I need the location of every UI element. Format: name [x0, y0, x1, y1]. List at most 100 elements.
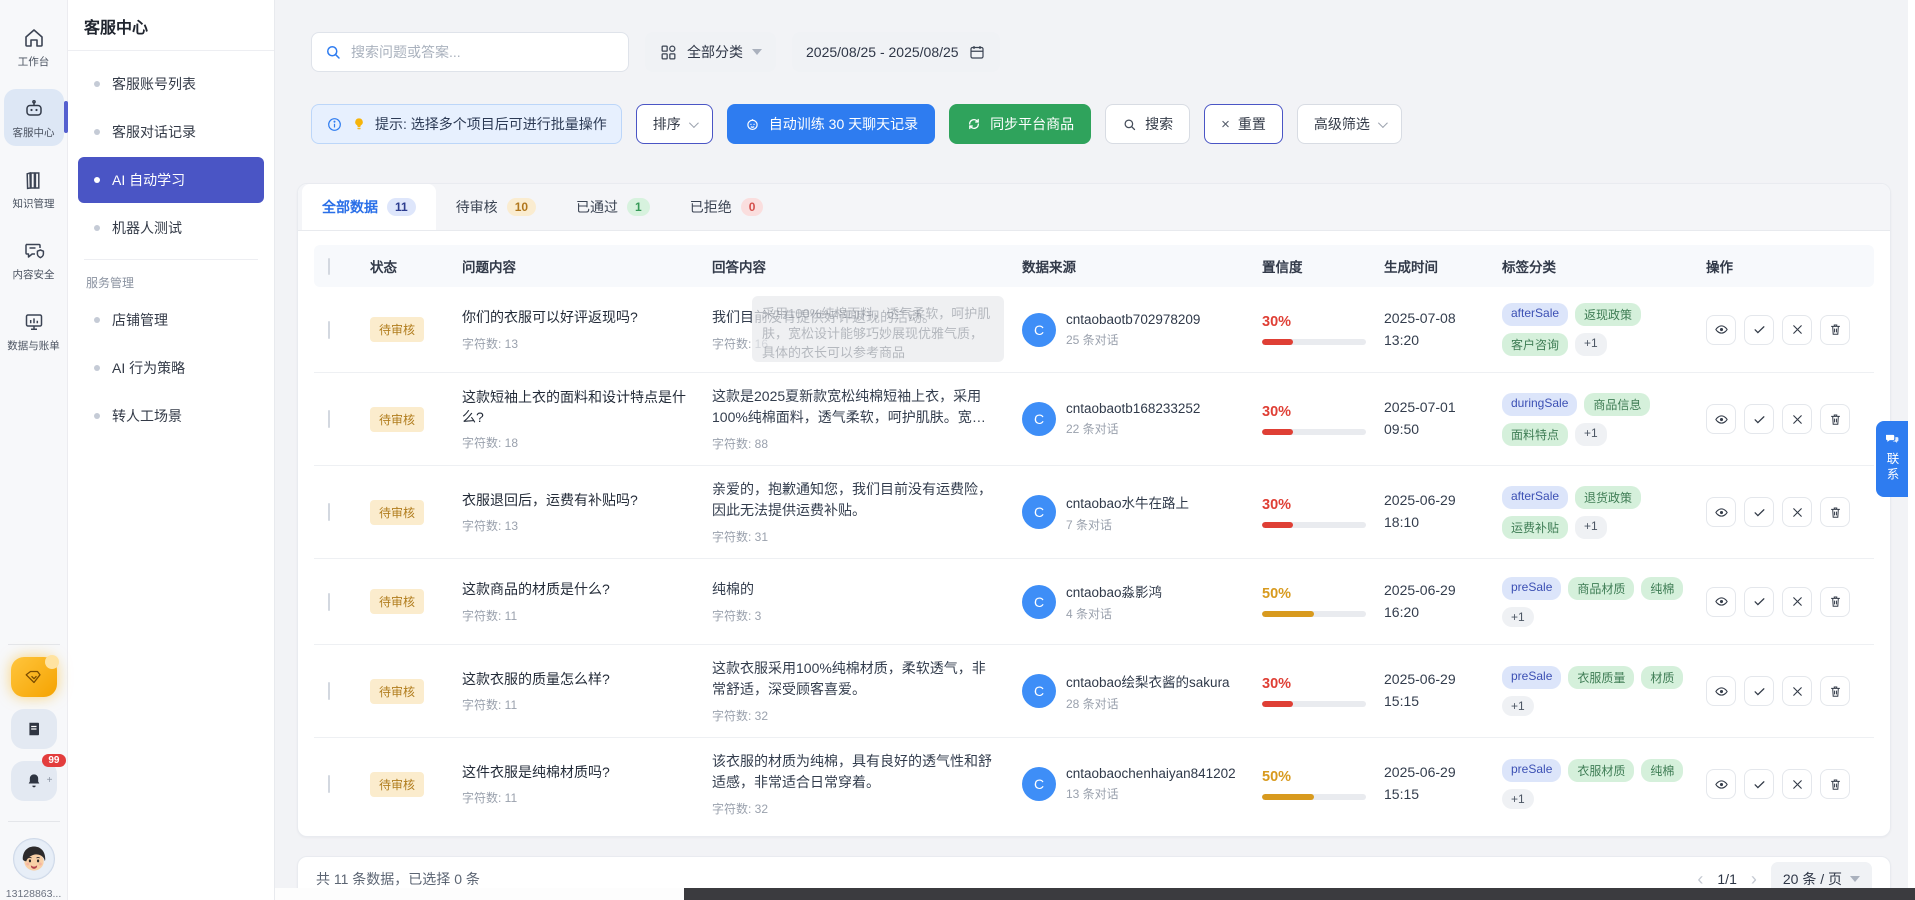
delete-button[interactable] — [1820, 497, 1850, 527]
view-button[interactable] — [1706, 587, 1736, 617]
delete-button[interactable] — [1820, 587, 1850, 617]
rail-item-knowledge[interactable]: 知识管理 — [4, 160, 64, 217]
row-checkbox[interactable] — [328, 775, 330, 793]
approve-button[interactable] — [1744, 676, 1774, 706]
view-button[interactable] — [1706, 315, 1736, 345]
approve-button[interactable] — [1744, 404, 1774, 434]
auto-train-button[interactable]: 自动训练 30 天聊天记录 — [727, 104, 935, 144]
sidebar-item-chat-records[interactable]: 客服对话记录 — [78, 109, 264, 155]
search-input[interactable] — [351, 44, 616, 60]
approve-button[interactable] — [1744, 315, 1774, 345]
view-button[interactable] — [1706, 404, 1736, 434]
rail-item-data-billing[interactable]: 数据与账单 — [4, 302, 64, 359]
reject-button[interactable] — [1782, 676, 1812, 706]
books-icon — [22, 168, 46, 192]
status-badge: 待审核 — [370, 500, 424, 525]
confidence-value: 50% — [1262, 769, 1384, 785]
rail-item-label: 数据与账单 — [7, 338, 60, 353]
advanced-filter-dropdown[interactable]: 高级筛选 — [1297, 104, 1402, 144]
reject-button[interactable] — [1782, 404, 1812, 434]
approve-button[interactable] — [1744, 587, 1774, 617]
reject-button[interactable] — [1782, 497, 1812, 527]
sidebar-item-account-list[interactable]: 客服账号列表 — [78, 61, 264, 107]
tag-stage: afterSale — [1502, 303, 1568, 326]
sidebar-item-ai-behavior-policy[interactable]: AI 行为策略 — [78, 345, 264, 391]
chevron-down-icon — [689, 118, 699, 128]
row-checkbox[interactable] — [328, 682, 330, 700]
next-page-button[interactable]: › — [1751, 870, 1757, 888]
tab-approved[interactable]: 已通过 1 — [556, 184, 670, 230]
scrollbar-track[interactable] — [1908, 0, 1915, 900]
rail-item-content-safety[interactable]: 内容安全 — [4, 231, 64, 288]
sidebar-item-human-transfer[interactable]: 转人工场景 — [78, 393, 264, 439]
reject-button[interactable] — [1782, 587, 1812, 617]
diamond-icon — [23, 666, 45, 688]
prev-page-button[interactable]: ‹ — [1697, 870, 1703, 888]
category-select[interactable]: 全部分类 — [645, 32, 776, 72]
delete-button[interactable] — [1820, 676, 1850, 706]
tab-all-data[interactable]: 全部数据 11 — [302, 184, 436, 230]
delete-button[interactable] — [1820, 404, 1850, 434]
rail-item-workbench[interactable]: 工作台 — [4, 18, 64, 75]
question-text: 这款短袖上衣的面料和设计特点是什么? — [462, 387, 712, 428]
tab-count-badge: 10 — [507, 198, 536, 216]
view-button[interactable] — [1706, 769, 1736, 799]
row-checkbox[interactable] — [328, 321, 330, 339]
status-badge: 待审核 — [370, 679, 424, 704]
tab-rejected[interactable]: 已拒绝 0 — [670, 184, 784, 230]
approve-button[interactable] — [1744, 769, 1774, 799]
notebook-icon — [24, 719, 44, 739]
tag-list: preSale 衣服质量 材质 +1 — [1502, 666, 1692, 716]
search-button[interactable]: 搜索 — [1105, 104, 1190, 144]
select-all-checkbox[interactable] — [328, 258, 330, 275]
confidence-bar — [1262, 611, 1366, 617]
app-root: 工作台 客服中心 知识管理 内容安全 数据与账单 99 — [0, 0, 1915, 900]
sidebar-item-shop-management[interactable]: 店铺管理 — [78, 297, 264, 343]
confidence-bar-fill — [1262, 701, 1293, 707]
rail-item-service-center[interactable]: 客服中心 — [4, 89, 64, 146]
contact-fab[interactable]: 联系 — [1876, 421, 1908, 497]
tag-topic: 返现政策 — [1575, 303, 1641, 326]
view-button[interactable] — [1706, 676, 1736, 706]
confidence-value: 30% — [1262, 404, 1384, 420]
robot-train-icon — [744, 116, 761, 133]
date-range-picker[interactable]: 2025/08/25 - 2025/08/25 — [792, 32, 1000, 72]
row-checkbox[interactable] — [328, 503, 330, 521]
reject-button[interactable] — [1782, 315, 1812, 345]
sidebar-item-ai-auto-learning[interactable]: AI 自动学习 — [78, 157, 264, 203]
sort-dropdown[interactable]: 排序 — [636, 104, 713, 144]
source-dialog-count: 25 条对话 — [1066, 331, 1200, 348]
row-checkbox[interactable] — [328, 593, 330, 611]
tag-list: duringSale 商品信息 面料特点 +1 — [1502, 393, 1692, 446]
source-name: cntaobao水牛在路上 — [1066, 492, 1189, 512]
delete-button[interactable] — [1820, 769, 1850, 799]
status-badge: 待审核 — [370, 317, 424, 342]
sidebar-item-robot-test[interactable]: 机器人测试 — [78, 205, 264, 251]
view-button[interactable] — [1706, 497, 1736, 527]
tab-pending-review[interactable]: 待审核 10 — [436, 184, 556, 230]
answer-text: 该衣服的材质为纯棉，具有良好的透气性和舒适感，非常适合日常穿着。 — [712, 751, 1022, 793]
notebook-button[interactable] — [11, 709, 57, 749]
delete-button[interactable] — [1820, 315, 1850, 345]
column-header-answer: 回答内容 — [712, 256, 1022, 276]
notifications-button[interactable]: 99 + — [11, 761, 57, 801]
reset-button[interactable]: × 重置 — [1204, 104, 1283, 144]
bulk-tip-banner: 提示: 选择多个项目后可进行批量操作 — [311, 104, 622, 144]
approve-button[interactable] — [1744, 497, 1774, 527]
search-box — [311, 32, 629, 72]
bell-plus-label: + — [47, 775, 53, 786]
table-row: 待审核 这款衣服的质量怎么样? 字符数: 11 这款衣服采用100%纯棉材质，柔… — [314, 645, 1874, 738]
row-checkbox[interactable] — [328, 410, 330, 428]
reject-button[interactable] — [1782, 769, 1812, 799]
source-dialog-count: 4 条对话 — [1066, 605, 1162, 622]
question-text: 衣服退回后，运费有补贴吗? — [462, 490, 712, 510]
sync-products-button[interactable]: 同步平台商品 — [949, 104, 1091, 144]
source-dialog-count: 13 条对话 — [1066, 785, 1236, 802]
vip-button[interactable] — [11, 657, 57, 697]
column-header-tags: 标签分类 — [1502, 256, 1706, 276]
column-header-confidence: 置信度 — [1262, 256, 1384, 276]
question-char-count: 字符数: 11 — [462, 696, 712, 713]
user-avatar[interactable] — [13, 838, 55, 880]
answer-text: 这款衣服采用100%纯棉材质，柔软透气，非常舒适，深受顾客喜爱。 — [712, 658, 1022, 700]
tag-more-count: +1 — [1575, 516, 1607, 539]
